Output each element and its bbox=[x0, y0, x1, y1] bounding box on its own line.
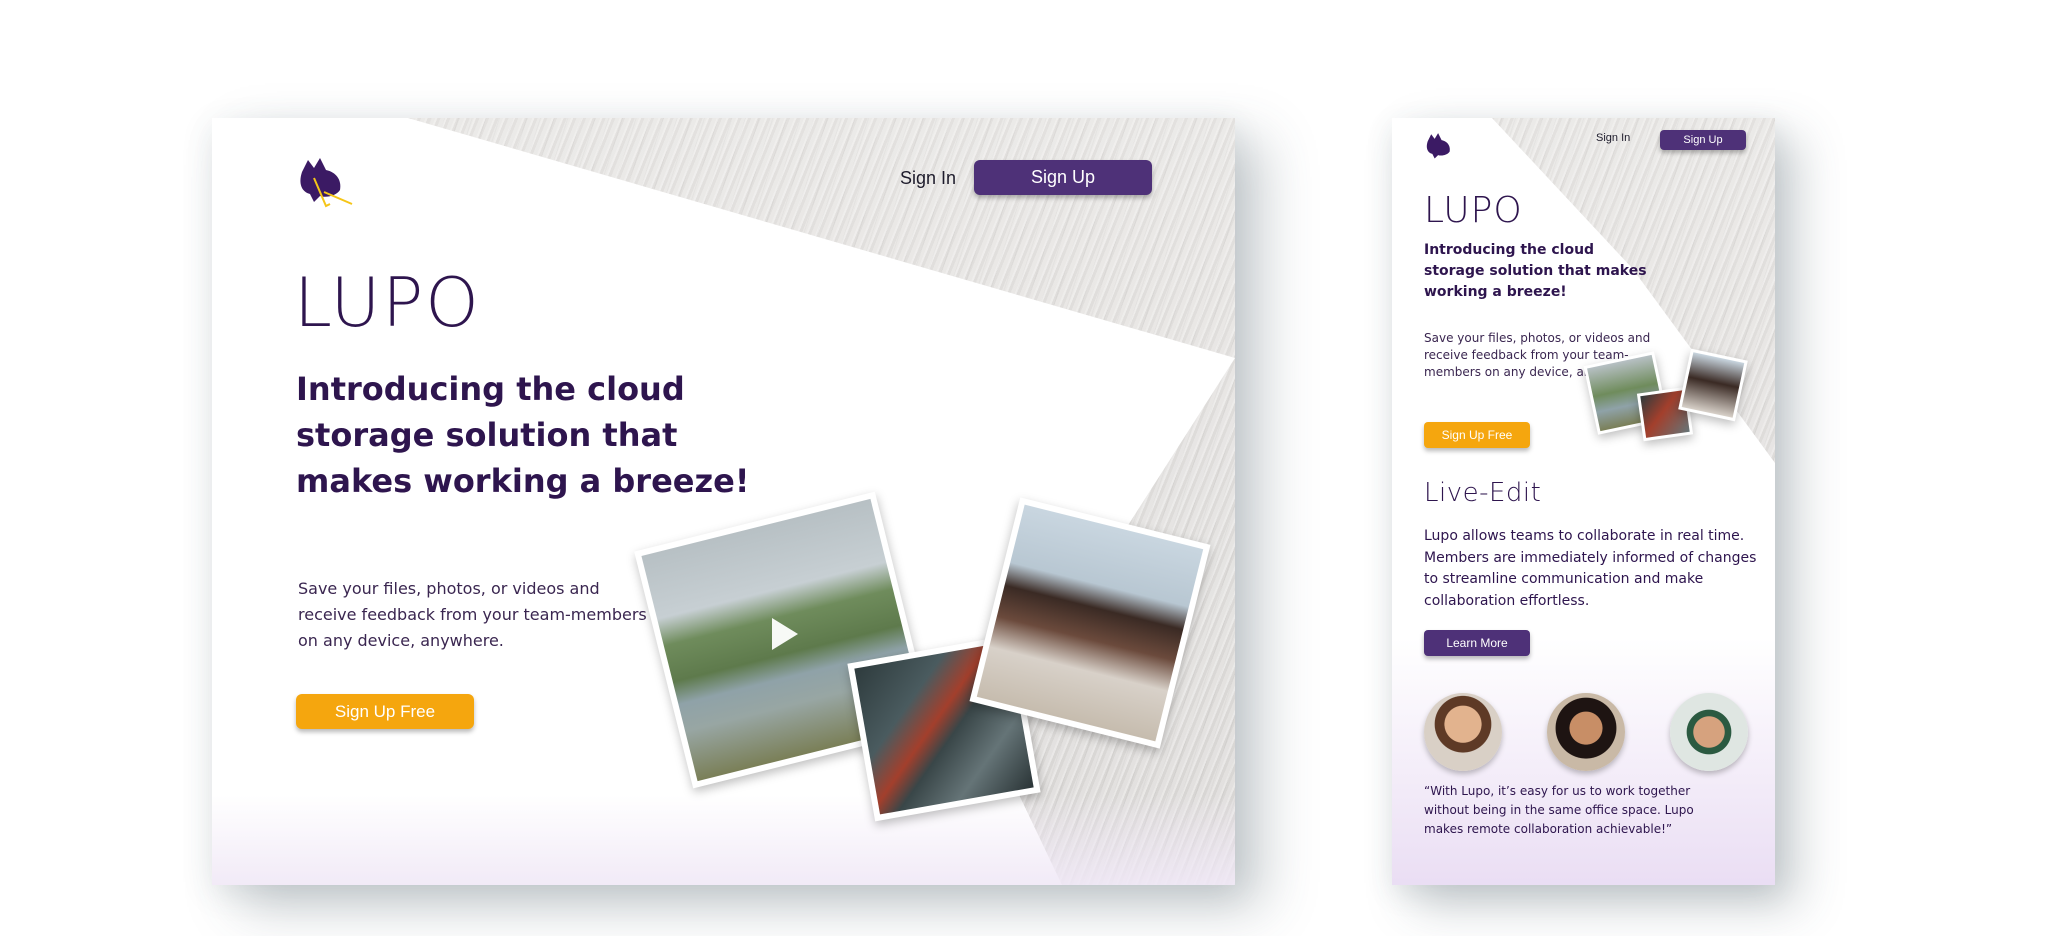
headline: Introducing the cloud storage solution t… bbox=[296, 370, 750, 500]
signin-link[interactable]: Sign In bbox=[1596, 132, 1630, 144]
signup-button[interactable]: Sign Up bbox=[974, 160, 1152, 195]
signup-free-button[interactable]: Sign Up Free bbox=[296, 694, 474, 729]
play-icon[interactable] bbox=[772, 618, 798, 650]
desktop-mockup: Sign In Sign Up LUPO Introducing the clo… bbox=[212, 118, 1235, 885]
brand-title: LUPO bbox=[1424, 190, 1523, 231]
testimonial-quote: “With Lupo, it’s easy for us to work tog… bbox=[1424, 784, 1694, 836]
avatar bbox=[1547, 693, 1625, 771]
signup-button[interactable]: Sign Up bbox=[1660, 130, 1746, 150]
signin-link[interactable]: Sign In bbox=[900, 168, 956, 189]
avatar bbox=[1424, 693, 1502, 771]
mobile-mockup: Sign In Sign Up LUPO Introducing the clo… bbox=[1392, 118, 1775, 885]
signup-free-button[interactable]: Sign Up Free bbox=[1424, 422, 1530, 448]
wolf-head-icon bbox=[300, 158, 353, 208]
avatar bbox=[1670, 693, 1748, 771]
learn-more-button[interactable]: Learn More bbox=[1424, 630, 1530, 656]
logo[interactable] bbox=[296, 156, 354, 208]
bottom-fade bbox=[212, 795, 1235, 885]
feature-title: Live-Edit bbox=[1424, 478, 1542, 508]
logo[interactable] bbox=[1424, 132, 1458, 162]
headline: Introducing the cloud storage solution t… bbox=[1424, 242, 1647, 300]
feature-description: Lupo allows teams to collaborate in real… bbox=[1424, 528, 1757, 609]
brand-title: LUPO bbox=[294, 264, 481, 343]
wolf-head-icon bbox=[1426, 133, 1450, 159]
body-text: Save your files, photos, or videos and r… bbox=[298, 579, 647, 650]
